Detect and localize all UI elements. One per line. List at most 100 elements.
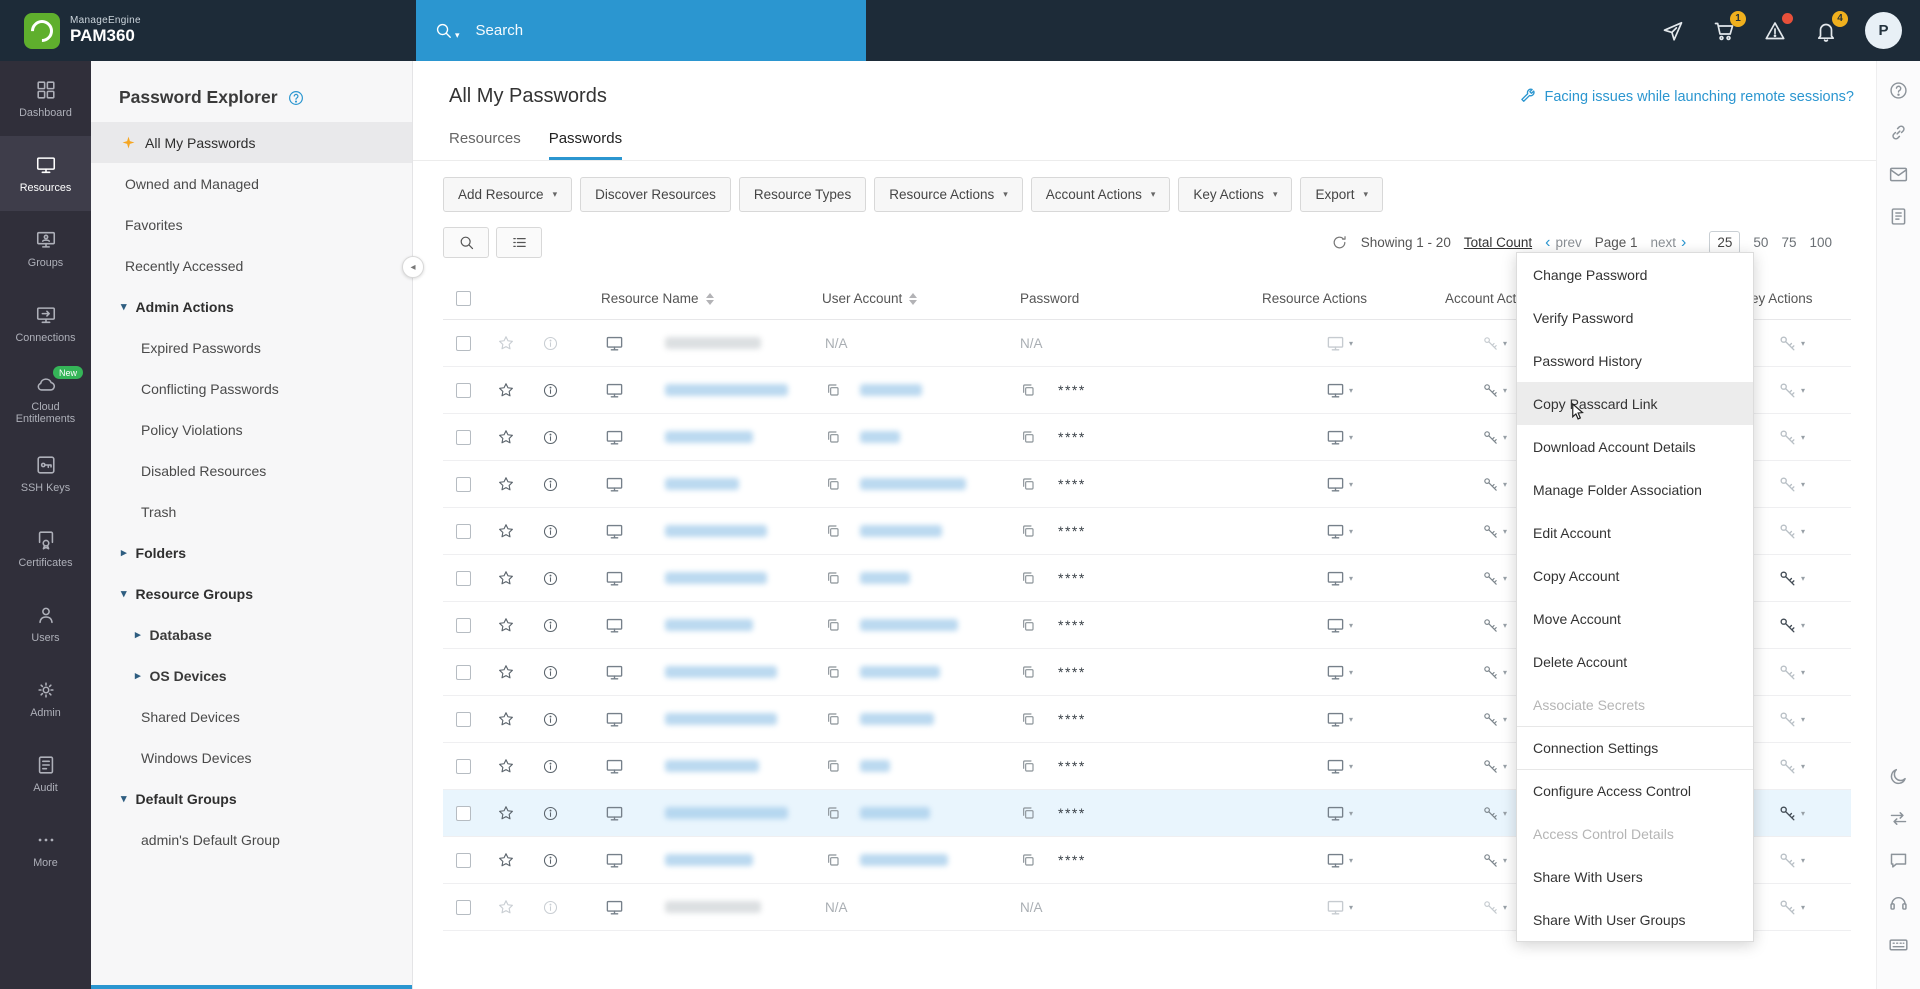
account-actions-key-icon[interactable]	[1482, 758, 1499, 775]
explorer-item-policy-violations[interactable]: Policy Violations	[91, 409, 412, 450]
key-actions-icon[interactable]	[1778, 851, 1797, 870]
favorite-star-icon[interactable]	[497, 475, 515, 493]
info-icon[interactable]	[542, 476, 559, 493]
info-icon[interactable]	[542, 852, 559, 869]
row-checkbox[interactable]	[456, 665, 471, 680]
account-actions-key-icon[interactable]	[1482, 899, 1499, 916]
nav-groups[interactable]: Groups	[0, 211, 91, 286]
row-checkbox[interactable]	[456, 524, 471, 539]
key-actions-icon[interactable]	[1778, 475, 1797, 494]
resource-actions-icon[interactable]	[1326, 663, 1345, 682]
favorite-star-icon[interactable]	[497, 334, 515, 352]
user-account-header[interactable]: User Account	[788, 291, 978, 306]
total-count-link[interactable]: Total Count	[1464, 235, 1532, 250]
nav-dashboard[interactable]: Dashboard	[0, 61, 91, 136]
menu-item-verify-password[interactable]: Verify Password	[1517, 296, 1753, 339]
favorite-star-icon[interactable]	[497, 710, 515, 728]
export-button[interactable]: Export▾	[1300, 177, 1383, 212]
info-icon[interactable]	[542, 758, 559, 775]
explorer-item-trash[interactable]: Trash	[91, 491, 412, 532]
menu-item-delete-account[interactable]: Delete Account	[1517, 640, 1753, 683]
account-actions-key-icon[interactable]	[1482, 852, 1499, 869]
tab-passwords[interactable]: Passwords	[549, 130, 622, 160]
row-checkbox[interactable]	[456, 383, 471, 398]
page-size-100[interactable]: 100	[1809, 235, 1832, 250]
nav-more[interactable]: More	[0, 811, 91, 886]
copy-account-icon[interactable]	[825, 617, 841, 633]
mail-icon[interactable]	[1888, 163, 1910, 185]
send-button[interactable]	[1661, 19, 1685, 43]
global-search-input[interactable]: ▾ Search	[416, 0, 866, 61]
copy-password-icon[interactable]	[1020, 711, 1036, 727]
key-actions-icon[interactable]	[1778, 663, 1797, 682]
favorite-star-icon[interactable]	[497, 616, 515, 634]
row-checkbox[interactable]	[456, 900, 471, 915]
account-actions-key-icon[interactable]	[1482, 617, 1499, 634]
info-icon[interactable]	[542, 617, 559, 634]
menu-item-copy-account[interactable]: Copy Account	[1517, 554, 1753, 597]
link-icon[interactable]	[1888, 121, 1910, 143]
account-actions-key-icon[interactable]	[1482, 335, 1499, 352]
info-icon[interactable]	[542, 899, 559, 916]
favorite-star-icon[interactable]	[497, 428, 515, 446]
help-icon[interactable]	[1888, 79, 1910, 101]
resource-actions-icon[interactable]	[1326, 334, 1345, 353]
copy-account-icon[interactable]	[825, 805, 841, 821]
explorer-item-favorites[interactable]: Favorites	[91, 204, 412, 245]
account-actions-key-icon[interactable]	[1482, 711, 1499, 728]
user-avatar[interactable]: P	[1865, 12, 1902, 49]
resource-actions-icon[interactable]	[1326, 616, 1345, 635]
copy-password-icon[interactable]	[1020, 805, 1036, 821]
copy-account-icon[interactable]	[825, 852, 841, 868]
row-checkbox[interactable]	[456, 618, 471, 633]
explorer-item-os-devices[interactable]: ▸OS Devices	[91, 655, 412, 696]
resource-actions-icon[interactable]	[1326, 522, 1345, 541]
nav-users[interactable]: Users	[0, 586, 91, 661]
menu-item-connection-settings[interactable]: Connection Settings	[1517, 726, 1753, 769]
search-scope-caret-icon[interactable]: ▾	[455, 30, 460, 41]
table-search-button[interactable]	[443, 227, 489, 258]
row-checkbox[interactable]	[456, 806, 471, 821]
account-actions-key-icon[interactable]	[1482, 570, 1499, 587]
copy-account-icon[interactable]	[825, 758, 841, 774]
page-size-50[interactable]: 50	[1753, 235, 1768, 250]
notifications-button[interactable]: 4	[1814, 19, 1838, 43]
brand-logo[interactable]: ManageEngine PAM360	[0, 13, 141, 49]
nav-cloud-entitlements[interactable]: Cloud EntitlementsNew	[0, 361, 91, 436]
explorer-item-owned-and-managed[interactable]: Owned and Managed	[91, 163, 412, 204]
next-page-button[interactable]: next›	[1651, 235, 1687, 251]
explorer-item-all-my-passwords[interactable]: All My Passwords	[91, 122, 412, 163]
favorite-star-icon[interactable]	[497, 898, 515, 916]
tab-resources[interactable]: Resources	[449, 130, 521, 160]
menu-item-password-history[interactable]: Password History	[1517, 339, 1753, 382]
resource-actions-icon[interactable]	[1326, 569, 1345, 588]
info-icon[interactable]	[542, 711, 559, 728]
menu-item-change-password[interactable]: Change Password	[1517, 253, 1753, 296]
moon-icon[interactable]	[1888, 765, 1910, 787]
nav-certificates[interactable]: Certificates	[0, 511, 91, 586]
key-actions-icon[interactable]	[1778, 804, 1797, 823]
alerts-button[interactable]	[1763, 19, 1787, 43]
menu-item-share-with-users[interactable]: Share With Users	[1517, 855, 1753, 898]
explorer-item-database[interactable]: ▸Database	[91, 614, 412, 655]
key-actions-icon[interactable]	[1778, 522, 1797, 541]
copy-account-icon[interactable]	[825, 429, 841, 445]
key-actions-icon[interactable]	[1778, 381, 1797, 400]
collapse-sidebar-button[interactable]: ◂	[402, 256, 424, 278]
key-actions-icon[interactable]	[1778, 616, 1797, 635]
nav-ssh-keys[interactable]: SSH Keys	[0, 436, 91, 511]
favorite-star-icon[interactable]	[497, 757, 515, 775]
column-chooser-button[interactable]	[496, 227, 542, 258]
favorite-star-icon[interactable]	[497, 663, 515, 681]
switch-icon[interactable]	[1888, 807, 1910, 829]
info-icon[interactable]	[542, 335, 559, 352]
row-checkbox[interactable]	[456, 477, 471, 492]
account-actions-key-icon[interactable]	[1482, 476, 1499, 493]
favorite-star-icon[interactable]	[497, 522, 515, 540]
copy-password-icon[interactable]	[1020, 523, 1036, 539]
copy-password-icon[interactable]	[1020, 617, 1036, 633]
resource-actions-icon[interactable]	[1326, 381, 1345, 400]
copy-account-icon[interactable]	[825, 523, 841, 539]
copy-password-icon[interactable]	[1020, 570, 1036, 586]
menu-item-move-account[interactable]: Move Account	[1517, 597, 1753, 640]
